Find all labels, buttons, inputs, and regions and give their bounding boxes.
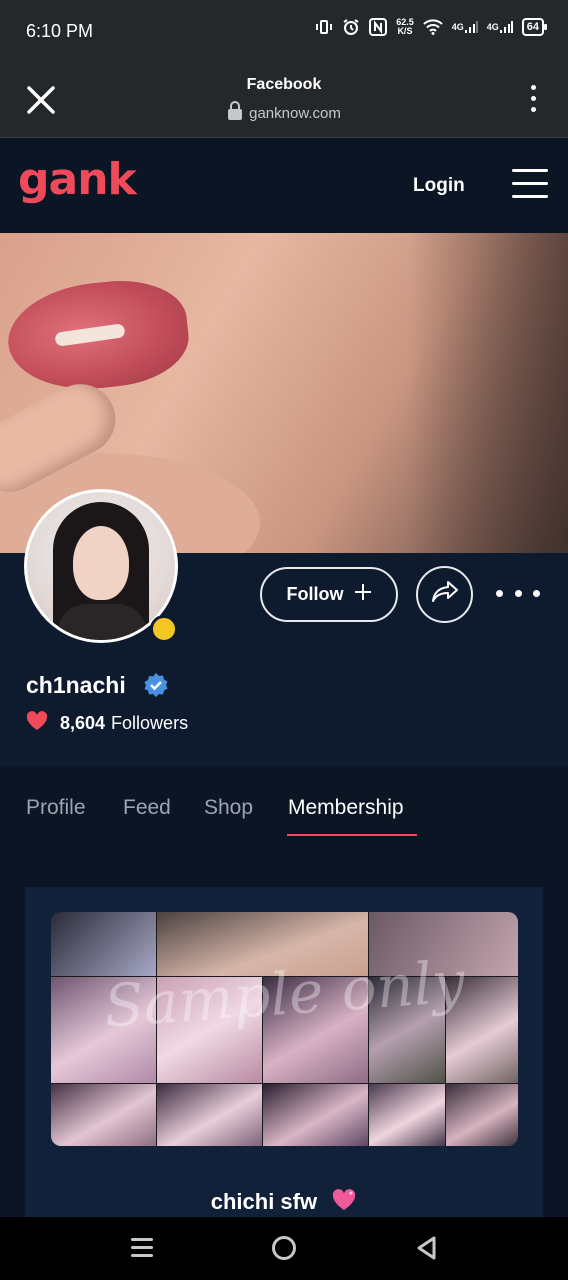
- battery-icon: 64: [521, 18, 548, 36]
- tab-bar: [0, 767, 568, 887]
- sparkling-heart-icon: [331, 1188, 357, 1218]
- gank-logo[interactable]: gank: [18, 154, 137, 205]
- online-status-indicator: [150, 615, 178, 643]
- more-options-icon[interactable]: [496, 586, 540, 600]
- login-link[interactable]: Login: [413, 175, 465, 197]
- home-icon[interactable]: [272, 1236, 296, 1260]
- status-bar: 6:10 PM 62.5 K/S 4G 4G 64: [0, 0, 568, 64]
- wifi-icon: [423, 19, 443, 35]
- net-speed: 62.5 K/S: [396, 17, 414, 36]
- verified-badge-icon: [143, 672, 169, 698]
- system-navigation-bar: [0, 1217, 568, 1280]
- browser-toolbar: Facebook ganknow.com: [0, 64, 568, 138]
- followers-label: Followers: [111, 713, 189, 733]
- membership-tier-title: chichi sfw: [0, 1188, 568, 1218]
- share-icon: [431, 580, 459, 609]
- lock-icon: [227, 101, 243, 125]
- tab-shop[interactable]: Shop: [204, 796, 253, 820]
- status-time: 6:10 PM: [26, 21, 94, 41]
- active-tab-indicator: [287, 834, 417, 836]
- tab-membership[interactable]: Membership: [288, 796, 404, 820]
- hamburger-menu-icon[interactable]: [512, 169, 548, 203]
- tab-feed[interactable]: Feed: [123, 796, 171, 820]
- followers-number: 8,604: [60, 713, 106, 733]
- recent-apps-icon[interactable]: [131, 1238, 153, 1258]
- follow-button[interactable]: Follow: [260, 567, 398, 622]
- followers-count: 8,604 Followers: [26, 711, 188, 736]
- membership-preview-image: [51, 912, 518, 1146]
- follow-button-label: Follow: [286, 584, 344, 604]
- nfc-icon: [369, 18, 388, 36]
- browser-menu-icon[interactable]: [528, 82, 538, 116]
- status-icons: 62.5 K/S 4G 4G 64: [315, 17, 548, 36]
- site-header: gank Login: [0, 139, 568, 233]
- back-icon[interactable]: [414, 1235, 438, 1261]
- heart-icon: [26, 711, 48, 736]
- signal-icon-2: 4G: [487, 20, 513, 34]
- browser-url[interactable]: ganknow.com: [0, 101, 568, 125]
- alarm-icon: [342, 18, 360, 36]
- tab-profile[interactable]: Profile: [26, 796, 86, 820]
- tier-name-text: chichi sfw: [210, 1189, 318, 1214]
- browser-url-text: ganknow.com: [249, 105, 341, 122]
- username: ch1nachi: [26, 672, 126, 698]
- vibrate-icon: [315, 19, 333, 35]
- signal-icon: 4G: [452, 20, 478, 34]
- plus-icon: [354, 583, 372, 606]
- browser-title: Facebook: [246, 76, 322, 93]
- share-button[interactable]: [416, 566, 473, 623]
